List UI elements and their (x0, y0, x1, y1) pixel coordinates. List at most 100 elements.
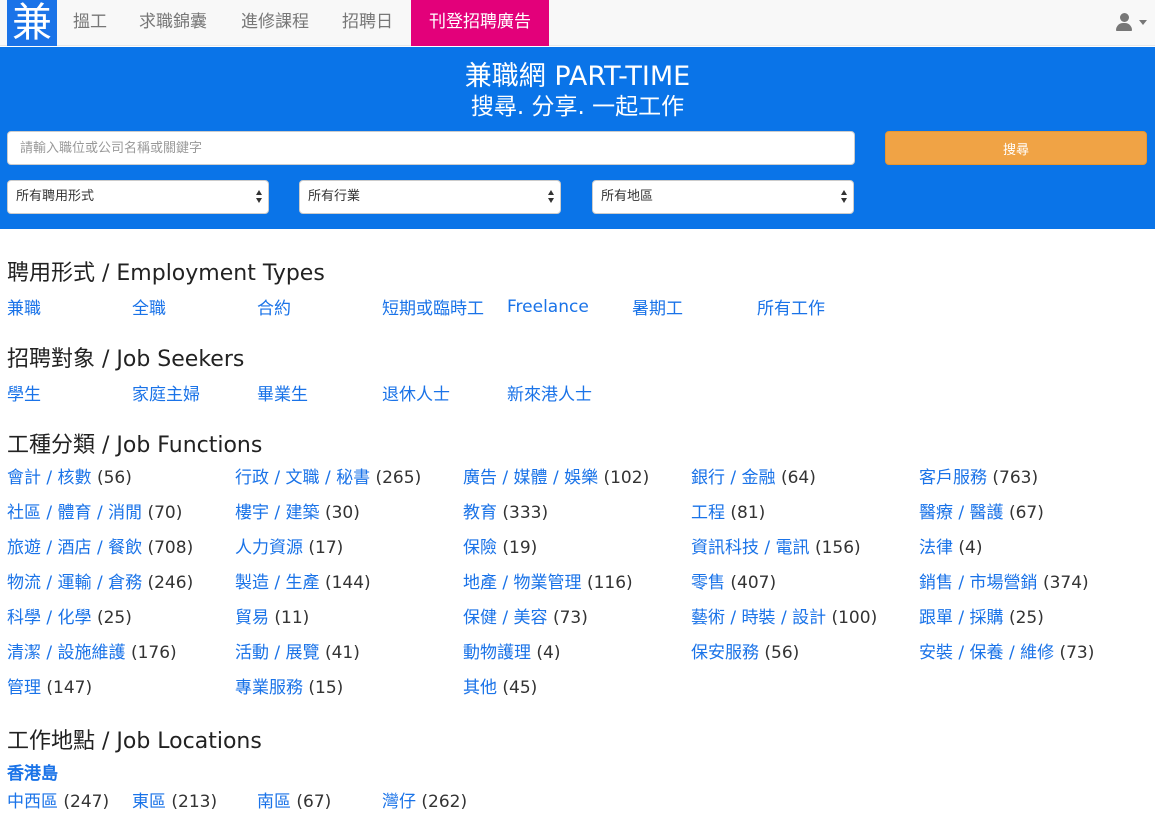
nav-item-courses[interactable]: 進修課程 (241, 0, 309, 46)
job-function-link[interactable]: 活動 / 展覽 (235, 643, 320, 663)
employment-type-link[interactable]: 暑期工 (632, 294, 757, 319)
job-function-count: (73) (552, 608, 588, 628)
employment-type-link[interactable]: 全職 (132, 294, 257, 319)
job-function-link[interactable]: 零售 (691, 573, 725, 593)
job-function-link[interactable]: 地產 / 物業管理 (463, 573, 582, 593)
job-seeker-link[interactable]: 畢業生 (257, 380, 382, 405)
job-function-link[interactable]: 專業服務 (235, 678, 303, 698)
nav-item-job-fair[interactable]: 招聘日 (342, 0, 393, 46)
user-icon (1115, 13, 1133, 31)
site-logo[interactable]: 兼 (7, 0, 57, 46)
employment-type-link[interactable]: 短期或臨時工 (382, 294, 507, 319)
post-job-ad-button[interactable]: 刊登招聘廣告 (411, 0, 549, 46)
select-arrows-icon (256, 190, 262, 204)
job-function-count: (56) (764, 643, 800, 663)
job-functions-title: 工種分類 / Job Functions (7, 433, 263, 458)
job-function-item: 社區 / 體育 / 消閒 (70) (7, 496, 235, 531)
job-function-link[interactable]: 製造 / 生產 (235, 573, 320, 593)
job-function-link[interactable]: 跟單 / 採購 (919, 608, 1004, 628)
job-function-count: (4) (536, 643, 561, 663)
job-function-item: 旅遊 / 酒店 / 餐飲 (708) (7, 531, 235, 566)
job-function-item: 跟單 / 採購 (25) (919, 601, 1147, 636)
employment-type-link[interactable]: Freelance (507, 297, 632, 317)
job-function-link[interactable]: 法律 (919, 538, 953, 558)
job-function-item: 工程 (81) (691, 496, 919, 531)
job-location-link[interactable]: 灣仔 (382, 792, 416, 812)
nav-item-find-jobs[interactable]: 搵工 (73, 0, 107, 46)
region-select[interactable]: 所有地區 (592, 180, 854, 214)
job-seeker-link[interactable]: 退休人士 (382, 380, 507, 405)
job-function-link[interactable]: 物流 / 運輸 / 倉務 (7, 573, 142, 593)
job-location-count: (213) (171, 791, 218, 812)
search-input[interactable] (7, 131, 855, 165)
job-function-count: (176) (130, 643, 177, 663)
job-function-link[interactable]: 行政 / 文職 / 秘書 (235, 468, 370, 488)
employment-type-select[interactable]: 所有聘用形式 (7, 180, 269, 214)
main-content: 聘用形式 / Employment Types 兼職 全職 合約 短期或臨時工 Free… (7, 229, 1148, 812)
job-seeker-link[interactable]: 新來港人士 (507, 380, 632, 405)
job-function-link[interactable]: 保安服務 (691, 643, 759, 663)
job-location-count: (67) (296, 791, 332, 812)
job-locations-list: 中西區 (247) 東區 (213) 南區 (67) 灣仔 (262) (7, 786, 1148, 812)
job-function-link[interactable]: 保健 / 美容 (463, 608, 548, 628)
job-function-link[interactable]: 清潔 / 設施維護 (7, 643, 126, 663)
job-function-count: (246) (147, 573, 194, 593)
job-function-item: 零售 (407) (691, 566, 919, 601)
job-function-count: (156) (814, 538, 861, 558)
job-function-link[interactable]: 樓宇 / 建築 (235, 503, 320, 523)
job-function-count: (100) (831, 608, 878, 628)
job-function-item: 保險 (19) (463, 531, 691, 566)
job-function-link[interactable]: 藝術 / 時裝 / 設計 (691, 608, 826, 628)
job-function-link[interactable]: 旅遊 / 酒店 / 餐飲 (7, 538, 142, 558)
job-function-link[interactable]: 銀行 / 金融 (691, 468, 776, 488)
search-button[interactable]: 搜尋 (885, 131, 1147, 165)
job-function-item: 物流 / 運輸 / 倉務 (246) (7, 566, 235, 601)
industry-select[interactable]: 所有行業 (299, 180, 561, 214)
job-function-count: (265) (375, 468, 422, 488)
job-function-link[interactable]: 動物護理 (463, 643, 531, 663)
job-function-link[interactable]: 銷售 / 市場營銷 (919, 573, 1038, 593)
user-menu[interactable] (1115, 10, 1147, 34)
job-function-count: (144) (324, 573, 371, 593)
job-function-link[interactable]: 管理 (7, 678, 41, 698)
job-function-link[interactable]: 其他 (463, 678, 497, 698)
job-function-link[interactable]: 資訊科技 / 電訊 (691, 538, 810, 558)
job-function-link[interactable]: 社區 / 體育 / 消閒 (7, 503, 142, 523)
job-location-link[interactable]: 東區 (132, 792, 166, 812)
job-function-link[interactable]: 人力資源 (235, 538, 303, 558)
employment-type-link[interactable]: 兼職 (7, 294, 132, 319)
job-function-item: 製造 / 生產 (144) (235, 566, 463, 601)
job-function-link[interactable]: 貿易 (235, 608, 269, 628)
select-arrows-icon (841, 190, 847, 204)
job-function-count: (25) (96, 608, 132, 628)
job-function-item: 貿易 (11) (235, 601, 463, 636)
job-function-item: 資訊科技 / 電訊 (156) (691, 531, 919, 566)
job-function-link[interactable]: 客戶服務 (919, 468, 987, 488)
job-function-link[interactable]: 醫療 / 醫護 (919, 503, 1004, 523)
nav-item-career-tips[interactable]: 求職錦囊 (139, 0, 207, 46)
job-function-item: 行政 / 文職 / 秘書 (265) (235, 461, 463, 496)
job-function-link[interactable]: 科學 / 化學 (7, 608, 92, 628)
job-function-item: 安裝 / 保養 / 維修 (73) (919, 636, 1147, 671)
job-location-link[interactable]: 南區 (257, 792, 291, 812)
job-location-link[interactable]: 中西區 (7, 792, 58, 812)
job-function-link[interactable]: 教育 (463, 503, 497, 523)
job-function-item: 銀行 / 金融 (64) (691, 461, 919, 496)
job-function-count: (407) (730, 573, 777, 593)
job-function-link[interactable]: 廣告 / 媒體 / 娛樂 (463, 468, 598, 488)
job-function-count: (4) (958, 538, 983, 558)
job-function-link[interactable]: 安裝 / 保養 / 維修 (919, 643, 1054, 663)
region-title-hk-island[interactable]: 香港島 (7, 762, 1148, 786)
job-function-link[interactable]: 工程 (691, 503, 725, 523)
job-function-link[interactable]: 會計 / 核數 (7, 468, 92, 488)
job-function-link[interactable]: 保險 (463, 538, 497, 558)
job-function-item: 人力資源 (17) (235, 531, 463, 566)
employment-type-link[interactable]: 所有工作 (757, 294, 882, 319)
employment-type-link[interactable]: 合約 (257, 294, 382, 319)
job-function-item: 管理 (147) (7, 671, 235, 706)
top-navbar: 兼 搵工 求職錦囊 進修課程 招聘日 刊登招聘廣告 (0, 0, 1155, 46)
job-location-item: 東區 (213) (132, 787, 257, 812)
job-seeker-link[interactable]: 家庭主婦 (132, 380, 257, 405)
job-location-count: (262) (421, 791, 468, 812)
job-seeker-link[interactable]: 學生 (7, 380, 132, 405)
